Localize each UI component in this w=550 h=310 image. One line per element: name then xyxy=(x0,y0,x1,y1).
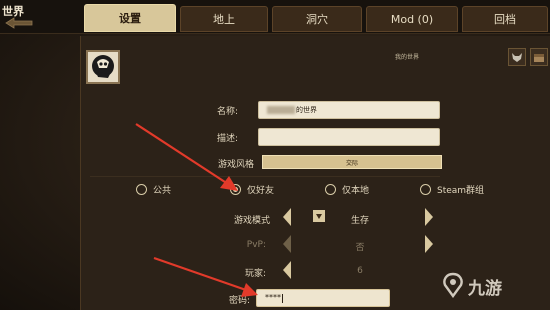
pvp-prev-arrow-icon[interactable] xyxy=(282,234,292,254)
tab-surface[interactable]: 地上 xyxy=(180,6,268,32)
players-value: 6 xyxy=(357,266,363,276)
tab-label: Mod (0) xyxy=(390,12,434,26)
players-prev-arrow-icon[interactable] xyxy=(282,260,292,280)
style-value: 交际 xyxy=(345,159,358,167)
radio-label: 仅好友 xyxy=(247,186,275,196)
tab-mods[interactable]: Mod (0) xyxy=(366,6,458,32)
game-mode-label: 游戏模式 xyxy=(233,216,270,226)
red-annotation-arrow xyxy=(153,256,258,297)
text-cursor xyxy=(282,293,283,303)
watermark-text: 九游 xyxy=(468,279,502,299)
pvp-value: 否 xyxy=(355,243,365,253)
pvp-next-arrow-icon[interactable] xyxy=(424,234,434,254)
chest-icon[interactable] xyxy=(530,48,548,66)
tab-label: 洞穴 xyxy=(306,13,328,26)
skull-badge-icon xyxy=(92,55,114,78)
game-mode-value: 生存 xyxy=(350,216,369,226)
tab-label: 设置 xyxy=(119,12,141,25)
radio-label: Steam群组 xyxy=(437,186,485,196)
server-title: 我的世界 xyxy=(395,54,420,61)
tab-rollback[interactable]: 回档 xyxy=(462,6,548,32)
tab-label: 地上 xyxy=(213,13,235,26)
survival-icon xyxy=(313,210,325,222)
watermark-logo-icon xyxy=(443,272,463,298)
server-icon[interactable] xyxy=(86,50,120,84)
radio-icon xyxy=(420,184,431,195)
pvp-label: PvP: xyxy=(246,240,266,250)
redacted-text xyxy=(267,106,295,114)
mode-next-arrow-icon[interactable] xyxy=(424,207,434,227)
radio-icon xyxy=(325,184,336,195)
game-screen: 世界 设置 地上 洞穴 Mod (0) 回档 我的世界 名称: 的世界 描述: … xyxy=(0,0,550,310)
back-arrow-icon[interactable] xyxy=(4,16,34,30)
tab-settings[interactable]: 设置 xyxy=(84,4,176,32)
privacy-local-only[interactable]: 仅本地 xyxy=(325,183,369,196)
tab-caves[interactable]: 洞穴 xyxy=(272,6,362,32)
password-value: **** xyxy=(265,293,281,302)
top-bar: 世界 设置 地上 洞穴 Mod (0) 回档 xyxy=(0,0,550,34)
name-input[interactable]: 的世界 xyxy=(258,101,440,119)
name-value: 的世界 xyxy=(296,106,317,114)
description-input[interactable] xyxy=(258,128,440,146)
radio-label: 仅本地 xyxy=(342,186,370,196)
wolf-icon[interactable] xyxy=(508,48,526,66)
game-style-selector[interactable]: 交际 xyxy=(262,155,442,169)
privacy-steam-group[interactable]: Steam群组 xyxy=(420,183,484,196)
red-annotation-arrow xyxy=(135,123,238,191)
name-label: 名称: xyxy=(216,107,238,117)
mode-prev-arrow-icon[interactable] xyxy=(282,207,292,227)
tab-label: 回档 xyxy=(494,13,516,26)
password-input[interactable]: **** xyxy=(256,289,390,307)
